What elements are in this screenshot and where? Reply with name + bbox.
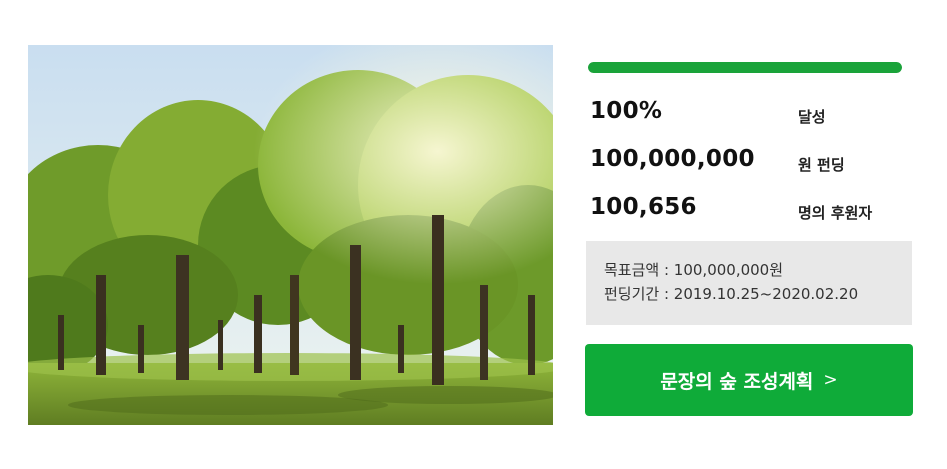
- funding-progress-bar: [588, 62, 902, 73]
- funding-card: 100% 달성 100,000,000 원 펀딩 100,656 명의 후원자 …: [0, 0, 947, 469]
- goal-amount-text: 목표금액 : 100,000,000원: [604, 261, 784, 279]
- funding-info-box: 목표금액 : 100,000,000원 펀딩기간 : 2019.10.25~20…: [586, 241, 912, 325]
- stat-amount: 100,000,000 원 펀딩: [590, 146, 910, 180]
- amount-value: 100,000,000: [590, 146, 755, 172]
- funding-period-text: 펀딩기간 : 2019.10.25~2020.02.20: [604, 285, 859, 303]
- backers-value: 100,656: [590, 194, 697, 220]
- funding-progress-fill: [588, 62, 902, 73]
- forest-photo: [28, 45, 553, 425]
- stat-achievement: 100% 달성: [590, 98, 910, 132]
- forest-plan-button-label: 문장의 숲 조성계획: [660, 370, 814, 393]
- chevron-right-icon: >: [823, 370, 838, 390]
- achievement-unit: 달성: [798, 108, 826, 126]
- forest-illustration: [28, 45, 553, 425]
- forest-plan-button[interactable]: 문장의 숲 조성계획 >: [585, 344, 913, 416]
- amount-unit: 원 펀딩: [798, 156, 845, 174]
- backers-unit: 명의 후원자: [798, 204, 873, 222]
- achievement-value: 100%: [590, 98, 663, 124]
- stat-backers: 100,656 명의 후원자: [590, 194, 910, 228]
